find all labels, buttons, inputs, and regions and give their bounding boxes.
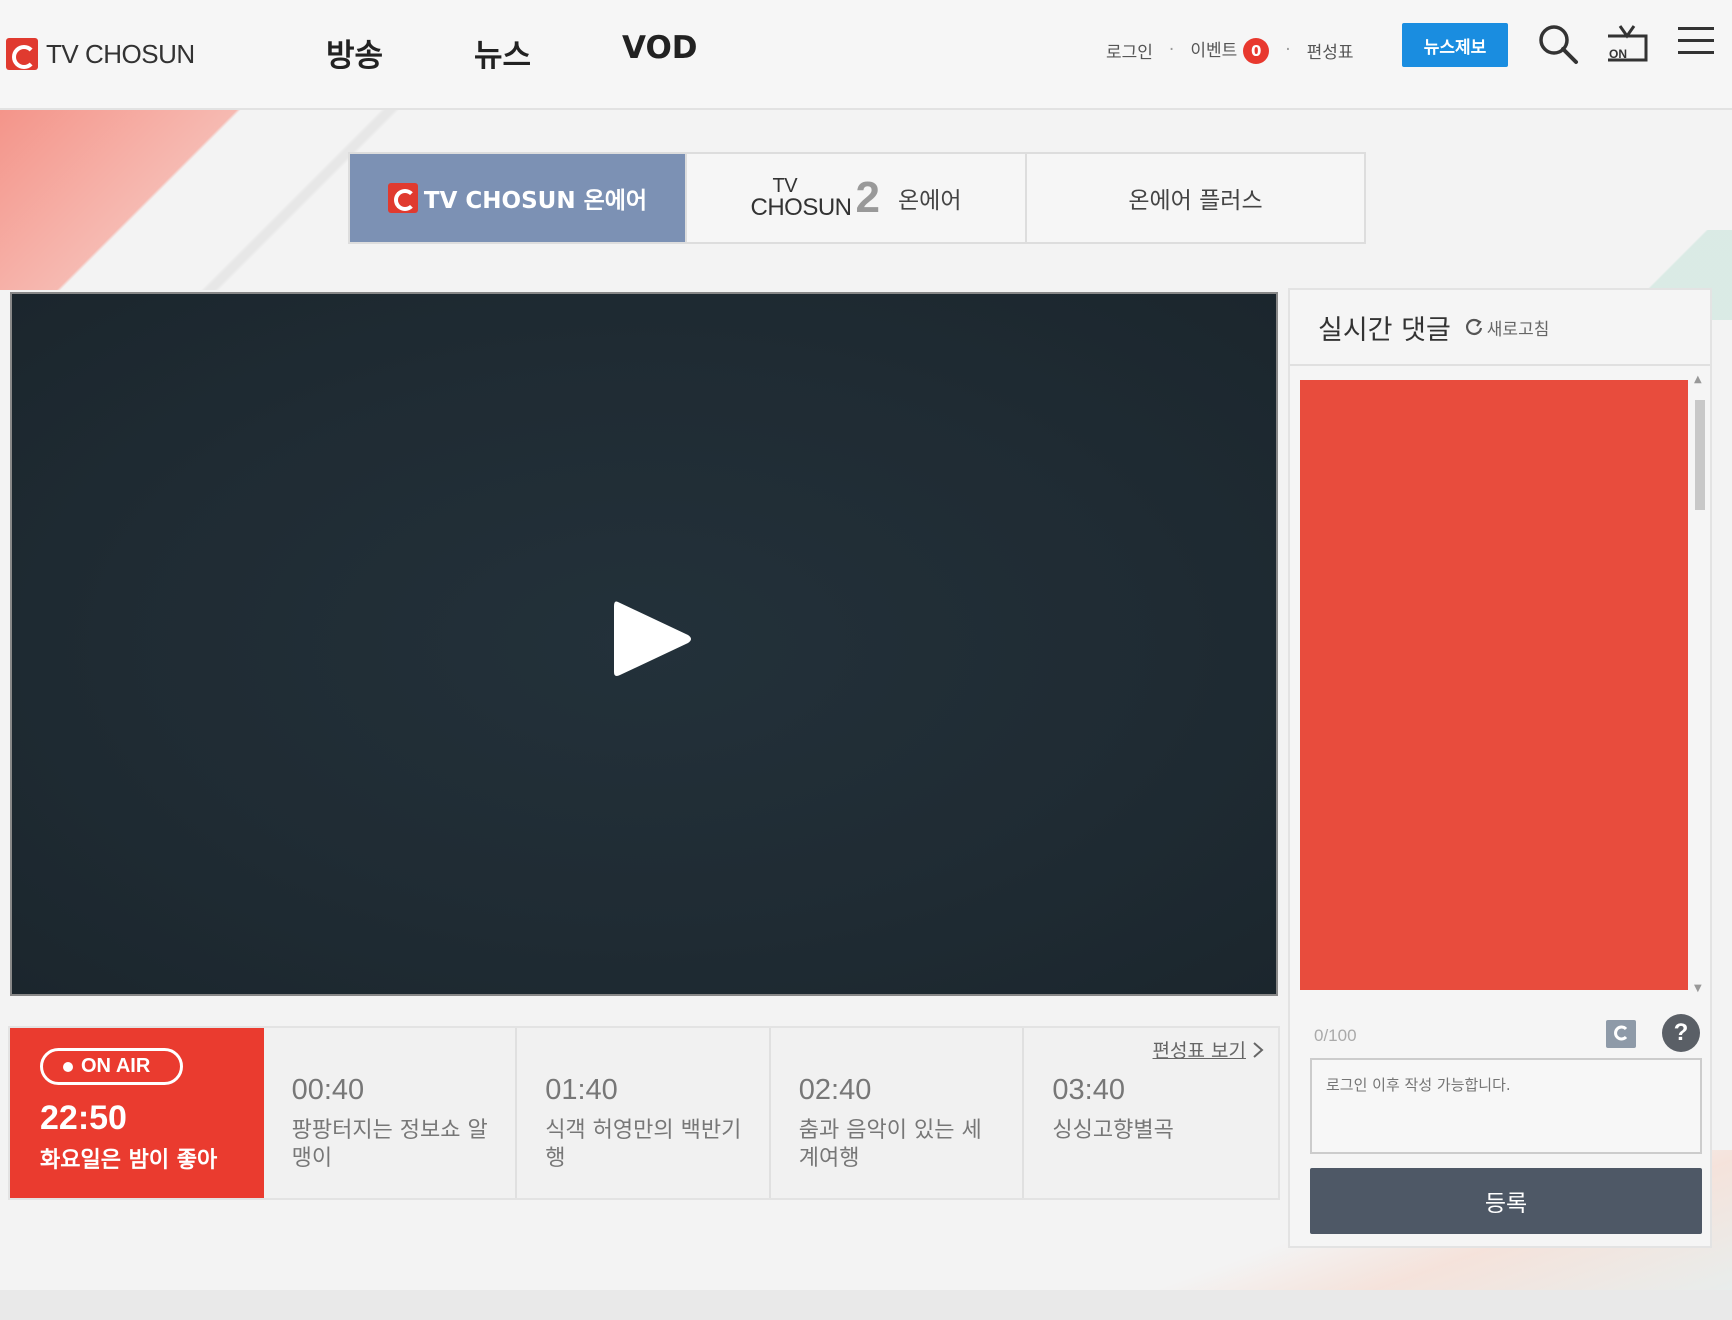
nav-news[interactable]: 뉴스 [474,30,622,75]
separator-dot: · [1285,40,1291,60]
schedule-item[interactable]: 02:40 춤과 음악이 있는 세계여행 [771,1028,1025,1198]
onair-badge: ON AIR [40,1048,184,1085]
chat-header: 실시간 댓글 새로고침 [1290,290,1710,366]
search-icon[interactable] [1536,22,1580,70]
schedule-time: 03:40 [1052,1074,1125,1106]
comment-input[interactable] [1310,1058,1702,1154]
schedule-time: 00:40 [291,1074,365,1106]
live-comments-panel: 실시간 댓글 새로고침 ▲ ▼ 0/100 ? 등록 [1288,288,1712,1248]
schedule-title: 싱싱고향별곡 [1052,1118,1174,1143]
tab-label: 온에어 플러스 [1128,188,1263,214]
refresh-icon [1465,318,1482,335]
char-count: 0/100 [1314,1026,1357,1045]
submit-comment-button[interactable]: 등록 [1310,1168,1702,1234]
tvchosun-logo-icon [387,183,418,213]
view-schedule-label: 편성표 보기 [1152,1040,1246,1062]
ch2-logo-number: 2 [855,173,880,222]
site-header: TV CHOSUN 방송 뉴스 VOD 로그인 · 이벤트 0 · 편성표 뉴스제… [0,0,1732,110]
schedule-item[interactable]: 00:40 팡팡터지는 정보쇼 알맹이 [264,1028,518,1198]
scroll-down-icon[interactable]: ▼ [1694,983,1702,994]
video-player[interactable] [10,292,1278,996]
tab-onair-plus[interactable]: 온에어 플러스 [1027,154,1364,242]
tab-label: TV CHOSUN 온에어 [423,188,648,214]
footer-band [0,1290,1732,1320]
schedule-time: 02:40 [798,1074,872,1106]
tab-label: 온에어 [898,188,962,214]
nav-broadcast[interactable]: 방송 [326,30,474,75]
refresh-label: 새로고침 [1486,319,1550,340]
nav-vod[interactable]: VOD [622,30,770,75]
site-logo[interactable]: TV CHOSUN [6,34,195,74]
event-count-badge: 0 [1243,38,1270,64]
svg-text:ON: ON [1609,47,1627,61]
utility-nav: 로그인 · 이벤트 0 · 편성표 [1106,36,1354,64]
current-title: 화요일은 밤이 좋아 [40,1148,218,1173]
onair-label: ON AIR [81,1055,151,1077]
scrollbar-thumb[interactable] [1695,400,1705,510]
live-dot-icon [63,1061,73,1072]
separator-dot: · [1168,40,1175,60]
schedule-title: 식객 허영만의 백반기행 [545,1118,742,1171]
channel-tabs: TV CHOSUN 온에어 TV CHOSUN 2 온에어 온에어 플러스 [348,152,1366,244]
schedule-time: 01:40 [545,1074,618,1106]
main-nav: 방송 뉴스 VOD [326,30,770,75]
hamburger-menu-icon[interactable] [1676,24,1716,62]
ch2-logo-top: TV [772,175,798,197]
news-tip-button[interactable]: 뉴스제보 [1402,23,1508,67]
chat-title: 실시간 댓글 [1318,314,1451,346]
tvchosun-logo-icon [6,38,38,70]
schedule-title: 팡팡터지는 정보쇼 알맹이 [291,1118,488,1171]
play-button[interactable] [608,594,698,684]
emoticon-icon [1614,1025,1628,1040]
chevron-right-icon [1253,1041,1264,1058]
tvchosun2-logo: TV CHOSUN 2 [751,176,881,220]
comment-scrollbar[interactable]: ▲ ▼ [1692,374,1708,994]
scroll-up-icon[interactable]: ▲ [1694,374,1702,385]
current-program[interactable]: ON AIR 22:50 화요일은 밤이 좋아 [10,1028,264,1198]
schedule-link[interactable]: 편성표 [1307,38,1354,63]
current-time: 22:50 [40,1099,127,1137]
play-icon [614,601,691,676]
schedule-bar: ON AIR 22:50 화요일은 밤이 좋아 00:40 팡팡터지는 정보쇼 … [8,1026,1280,1200]
help-button[interactable]: ? [1662,1014,1700,1052]
schedule-item[interactable]: 01:40 식객 허영만의 백반기행 [517,1028,771,1198]
logo-text: TV CHOSUN [46,38,195,69]
event-label: 이벤트 [1190,41,1238,61]
login-link[interactable]: 로그인 [1106,38,1153,63]
ch2-logo-bottom: CHOSUN [750,194,853,221]
refresh-button[interactable]: 새로고침 [1465,315,1550,340]
schedule-title: 춤과 음악이 있는 세계여행 [798,1118,982,1171]
comment-list[interactable] [1300,380,1688,990]
tab-tvchosun-onair[interactable]: TV CHOSUN 온에어 [350,154,687,242]
on-tv-icon[interactable]: ON [1604,22,1650,70]
emoticon-button[interactable] [1606,1020,1636,1048]
view-schedule-link[interactable]: 편성표 보기 [1153,1036,1264,1063]
tab-tvchosun2-onair[interactable]: TV CHOSUN 2 온에어 [687,154,1027,242]
schedule-item[interactable]: 편성표 보기 03:40 싱싱고향별곡 [1024,1028,1278,1198]
event-link[interactable]: 이벤트 0 [1190,36,1270,64]
